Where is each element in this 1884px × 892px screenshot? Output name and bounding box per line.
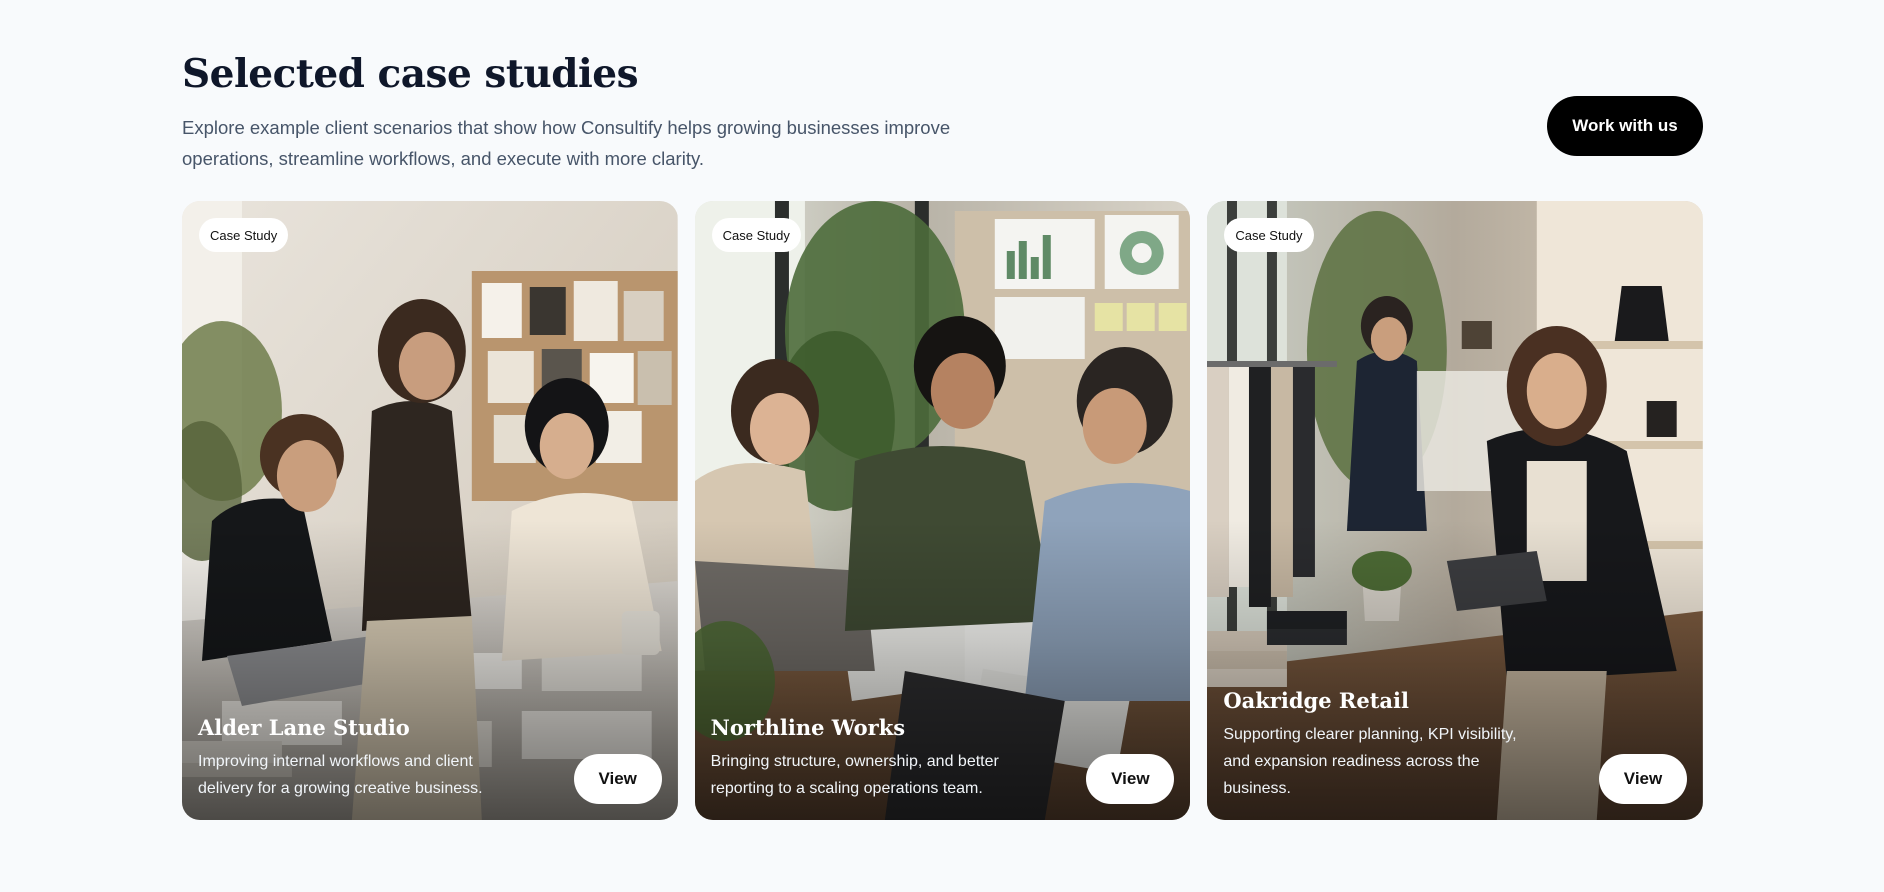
card-title: Oakridge Retail <box>1223 688 1409 713</box>
case-study-badge: Case Study <box>711 218 801 252</box>
case-studies-section: Selected case studies Explore example cl… <box>0 0 1884 892</box>
case-study-badge: Case Study <box>199 218 289 252</box>
view-button[interactable]: View <box>573 754 662 804</box>
view-button[interactable]: View <box>1086 754 1175 804</box>
case-study-cards: Case Study Alder Lane Studio Improving i… <box>182 201 1704 820</box>
card-description: Supporting clearer planning, KPI visibil… <box>1223 726 1517 797</box>
card-title: Alder Lane Studio <box>198 715 410 740</box>
case-study-card-oakridge[interactable]: Case Study Oakridge Retail Supporting cl… <box>1207 201 1704 820</box>
case-study-badge: Case Study <box>1224 218 1314 252</box>
case-study-card-alder-lane[interactable]: Case Study Alder Lane Studio Improving i… <box>182 201 678 820</box>
view-button[interactable]: View <box>1599 754 1688 804</box>
card-title: Northline Works <box>710 715 906 740</box>
card-description: Bringing structure, ownership, and bette… <box>710 753 999 797</box>
section-title: Selected case studies <box>182 51 639 97</box>
card-text: Oakridge Retail Supporting clearer plann… <box>1223 687 1523 802</box>
section-subtitle: Explore example client scenarios that sh… <box>182 117 951 169</box>
work-with-us-button[interactable]: Work with us <box>1547 96 1703 156</box>
card-text: Alder Lane Studio Improving internal wor… <box>198 714 498 802</box>
section-header: Selected case studies Explore example cl… <box>182 50 1703 180</box>
card-description: Improving internal workflows and client … <box>198 753 483 797</box>
card-text: Northline Works Bringing structure, owne… <box>711 714 1011 802</box>
case-study-card-northline[interactable]: Case Study Northline Works Bringing stru… <box>694 201 1191 820</box>
